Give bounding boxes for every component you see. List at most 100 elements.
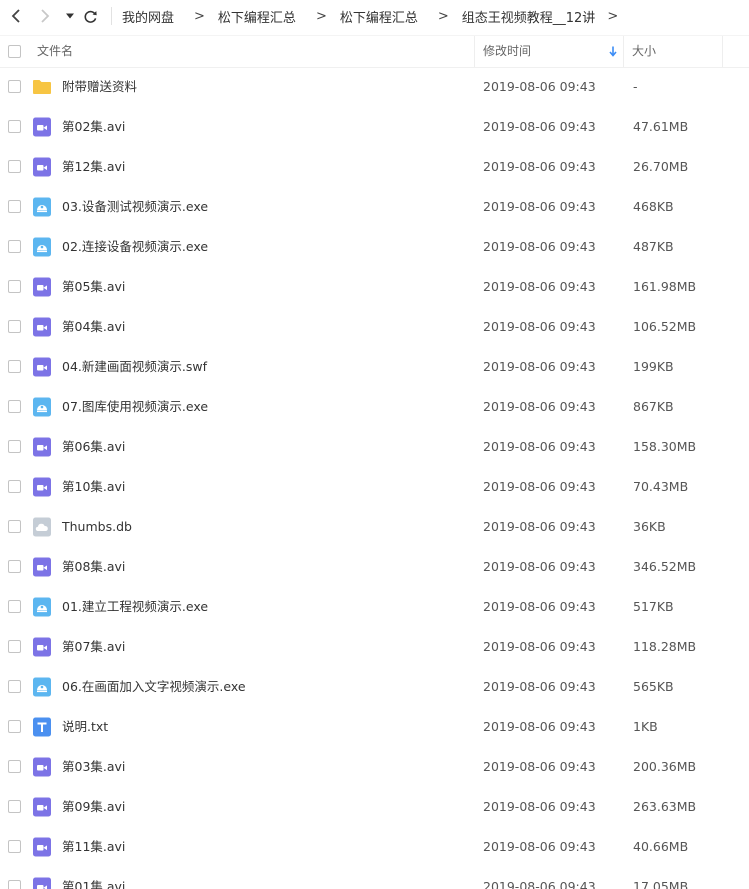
column-header-size[interactable]: 大小 bbox=[632, 36, 656, 67]
file-name[interactable]: 第02集.avi bbox=[62, 107, 125, 147]
row-checkbox[interactable] bbox=[8, 200, 21, 213]
breadcrumb-item-my-drive[interactable]: 我的网盘 bbox=[122, 7, 174, 26]
video-file-icon bbox=[32, 437, 52, 457]
row-checkbox[interactable] bbox=[8, 760, 21, 773]
file-name[interactable]: 04.新建画面视频演示.swf bbox=[62, 347, 207, 387]
column-header-modified-label: 修改时间 bbox=[483, 44, 532, 58]
file-name[interactable]: 07.图库使用视频演示.exe bbox=[62, 387, 208, 427]
breadcrumb-item-panasonic-2[interactable]: 松下编程汇总 bbox=[340, 7, 418, 26]
breadcrumb-item-panasonic-1[interactable]: 松下编程汇总 bbox=[218, 7, 296, 26]
video-file-icon bbox=[32, 837, 52, 857]
file-row[interactable]: 第09集.avi 2019-08-06 09:43 263.63MB bbox=[0, 787, 749, 827]
file-name[interactable]: 第07集.avi bbox=[62, 627, 125, 667]
file-name[interactable]: Thumbs.db bbox=[62, 507, 132, 547]
row-checkbox[interactable] bbox=[8, 480, 21, 493]
file-size: 263.63MB bbox=[633, 799, 697, 814]
file-row[interactable]: 第03集.avi 2019-08-06 09:43 200.36MB bbox=[0, 747, 749, 787]
row-checkbox[interactable] bbox=[8, 400, 21, 413]
back-button[interactable] bbox=[7, 7, 25, 25]
row-checkbox[interactable] bbox=[8, 720, 21, 733]
exe-file-icon bbox=[32, 237, 52, 257]
file-row[interactable]: 07.图库使用视频演示.exe 2019-08-06 09:43 867KB bbox=[0, 387, 749, 427]
file-modified-time: 2019-08-06 09:43 bbox=[483, 439, 596, 454]
file-name[interactable]: 第05集.avi bbox=[62, 267, 125, 307]
row-checkbox[interactable] bbox=[8, 560, 21, 573]
file-name[interactable]: 第06集.avi bbox=[62, 427, 125, 467]
file-size: 47.61MB bbox=[633, 119, 689, 134]
file-modified-time: 2019-08-06 09:43 bbox=[483, 279, 596, 294]
file-row[interactable]: 附带赠送资料 2019-08-06 09:43 - bbox=[0, 67, 749, 107]
row-checkbox[interactable] bbox=[8, 520, 21, 533]
file-row[interactable]: 第08集.avi 2019-08-06 09:43 346.52MB bbox=[0, 547, 749, 587]
refresh-button[interactable] bbox=[81, 7, 99, 25]
row-checkbox[interactable] bbox=[8, 600, 21, 613]
row-checkbox[interactable] bbox=[8, 360, 21, 373]
file-name[interactable]: 说明.txt bbox=[62, 707, 108, 747]
file-row[interactable]: 第11集.avi 2019-08-06 09:43 40.66MB bbox=[0, 827, 749, 867]
file-modified-time: 2019-08-06 09:43 bbox=[483, 719, 596, 734]
row-checkbox[interactable] bbox=[8, 640, 21, 653]
column-divider bbox=[722, 36, 723, 67]
file-row[interactable]: 第10集.avi 2019-08-06 09:43 70.43MB bbox=[0, 467, 749, 507]
video-file-icon bbox=[32, 317, 52, 337]
navigation-bar: 我的网盘 > 松下编程汇总 > 松下编程汇总 > 组态王视频教程__12讲 > bbox=[0, 0, 749, 33]
file-name[interactable]: 01.建立工程视频演示.exe bbox=[62, 587, 208, 627]
file-row[interactable]: 说明.txt 2019-08-06 09:43 1KB bbox=[0, 707, 749, 747]
file-name[interactable]: 第01集.avi bbox=[62, 867, 125, 889]
row-checkbox[interactable] bbox=[8, 800, 21, 813]
file-row[interactable]: 02.连接设备视频演示.exe 2019-08-06 09:43 487KB bbox=[0, 227, 749, 267]
file-row[interactable]: Thumbs.db 2019-08-06 09:43 36KB bbox=[0, 507, 749, 547]
file-name[interactable]: 03.设备测试视频演示.exe bbox=[62, 187, 208, 227]
row-checkbox[interactable] bbox=[8, 160, 21, 173]
row-checkbox[interactable] bbox=[8, 840, 21, 853]
exe-file-icon bbox=[32, 397, 52, 417]
file-modified-time: 2019-08-06 09:43 bbox=[483, 319, 596, 334]
file-name[interactable]: 第09集.avi bbox=[62, 787, 125, 827]
file-size: 118.28MB bbox=[633, 639, 697, 654]
breadcrumb-separator[interactable]: > bbox=[607, 9, 618, 24]
select-all-checkbox[interactable] bbox=[8, 45, 21, 58]
row-checkbox[interactable] bbox=[8, 280, 21, 293]
cloud-file-icon bbox=[32, 517, 52, 537]
file-name[interactable]: 第08集.avi bbox=[62, 547, 125, 587]
file-row[interactable]: 第01集.avi 2019-08-06 09:43 17.05MB bbox=[0, 867, 749, 889]
file-size: 199KB bbox=[633, 359, 674, 374]
column-header-modified[interactable]: 修改时间 bbox=[474, 36, 624, 67]
file-row[interactable]: 01.建立工程视频演示.exe 2019-08-06 09:43 517KB bbox=[0, 587, 749, 627]
file-row[interactable]: 第12集.avi 2019-08-06 09:43 26.70MB bbox=[0, 147, 749, 187]
file-row[interactable]: 第06集.avi 2019-08-06 09:43 158.30MB bbox=[0, 427, 749, 467]
row-checkbox[interactable] bbox=[8, 440, 21, 453]
file-row[interactable]: 第04集.avi 2019-08-06 09:43 106.52MB bbox=[0, 307, 749, 347]
breadcrumb-separator: > bbox=[315, 9, 327, 24]
file-row[interactable]: 第07集.avi 2019-08-06 09:43 118.28MB bbox=[0, 627, 749, 667]
history-dropdown-button[interactable] bbox=[61, 7, 79, 25]
file-name[interactable]: 06.在画面加入文字视频演示.exe bbox=[62, 667, 246, 707]
file-name[interactable]: 第10集.avi bbox=[62, 467, 125, 507]
file-modified-time: 2019-08-06 09:43 bbox=[483, 239, 596, 254]
file-name[interactable]: 附带赠送资料 bbox=[62, 67, 137, 107]
file-row[interactable]: 03.设备测试视频演示.exe 2019-08-06 09:43 468KB bbox=[0, 187, 749, 227]
file-name[interactable]: 第12集.avi bbox=[62, 147, 125, 187]
file-row[interactable]: 06.在画面加入文字视频演示.exe 2019-08-06 09:43 565KB bbox=[0, 667, 749, 707]
breadcrumb-item-current-folder[interactable]: 组态王视频教程__12讲 bbox=[462, 7, 596, 26]
file-row[interactable]: 第05集.avi 2019-08-06 09:43 161.98MB bbox=[0, 267, 749, 307]
file-name[interactable]: 02.连接设备视频演示.exe bbox=[62, 227, 208, 267]
row-checkbox[interactable] bbox=[8, 320, 21, 333]
file-row[interactable]: 04.新建画面视频演示.swf 2019-08-06 09:43 199KB bbox=[0, 347, 749, 387]
file-name[interactable]: 第11集.avi bbox=[62, 827, 125, 867]
row-checkbox[interactable] bbox=[8, 240, 21, 253]
file-name[interactable]: 第03集.avi bbox=[62, 747, 125, 787]
forward-button[interactable] bbox=[36, 7, 54, 25]
file-modified-time: 2019-08-06 09:43 bbox=[483, 839, 596, 854]
row-checkbox[interactable] bbox=[8, 880, 21, 889]
column-header-name[interactable]: 文件名 bbox=[37, 36, 73, 67]
row-checkbox[interactable] bbox=[8, 680, 21, 693]
file-row[interactable]: 第02集.avi 2019-08-06 09:43 47.61MB bbox=[0, 107, 749, 147]
file-modified-time: 2019-08-06 09:43 bbox=[483, 159, 596, 174]
row-checkbox[interactable] bbox=[8, 80, 21, 93]
video-file-icon bbox=[32, 557, 52, 577]
video-file-icon bbox=[32, 757, 52, 777]
file-size: 17.05MB bbox=[633, 879, 689, 889]
row-checkbox[interactable] bbox=[8, 120, 21, 133]
file-name[interactable]: 第04集.avi bbox=[62, 307, 125, 347]
